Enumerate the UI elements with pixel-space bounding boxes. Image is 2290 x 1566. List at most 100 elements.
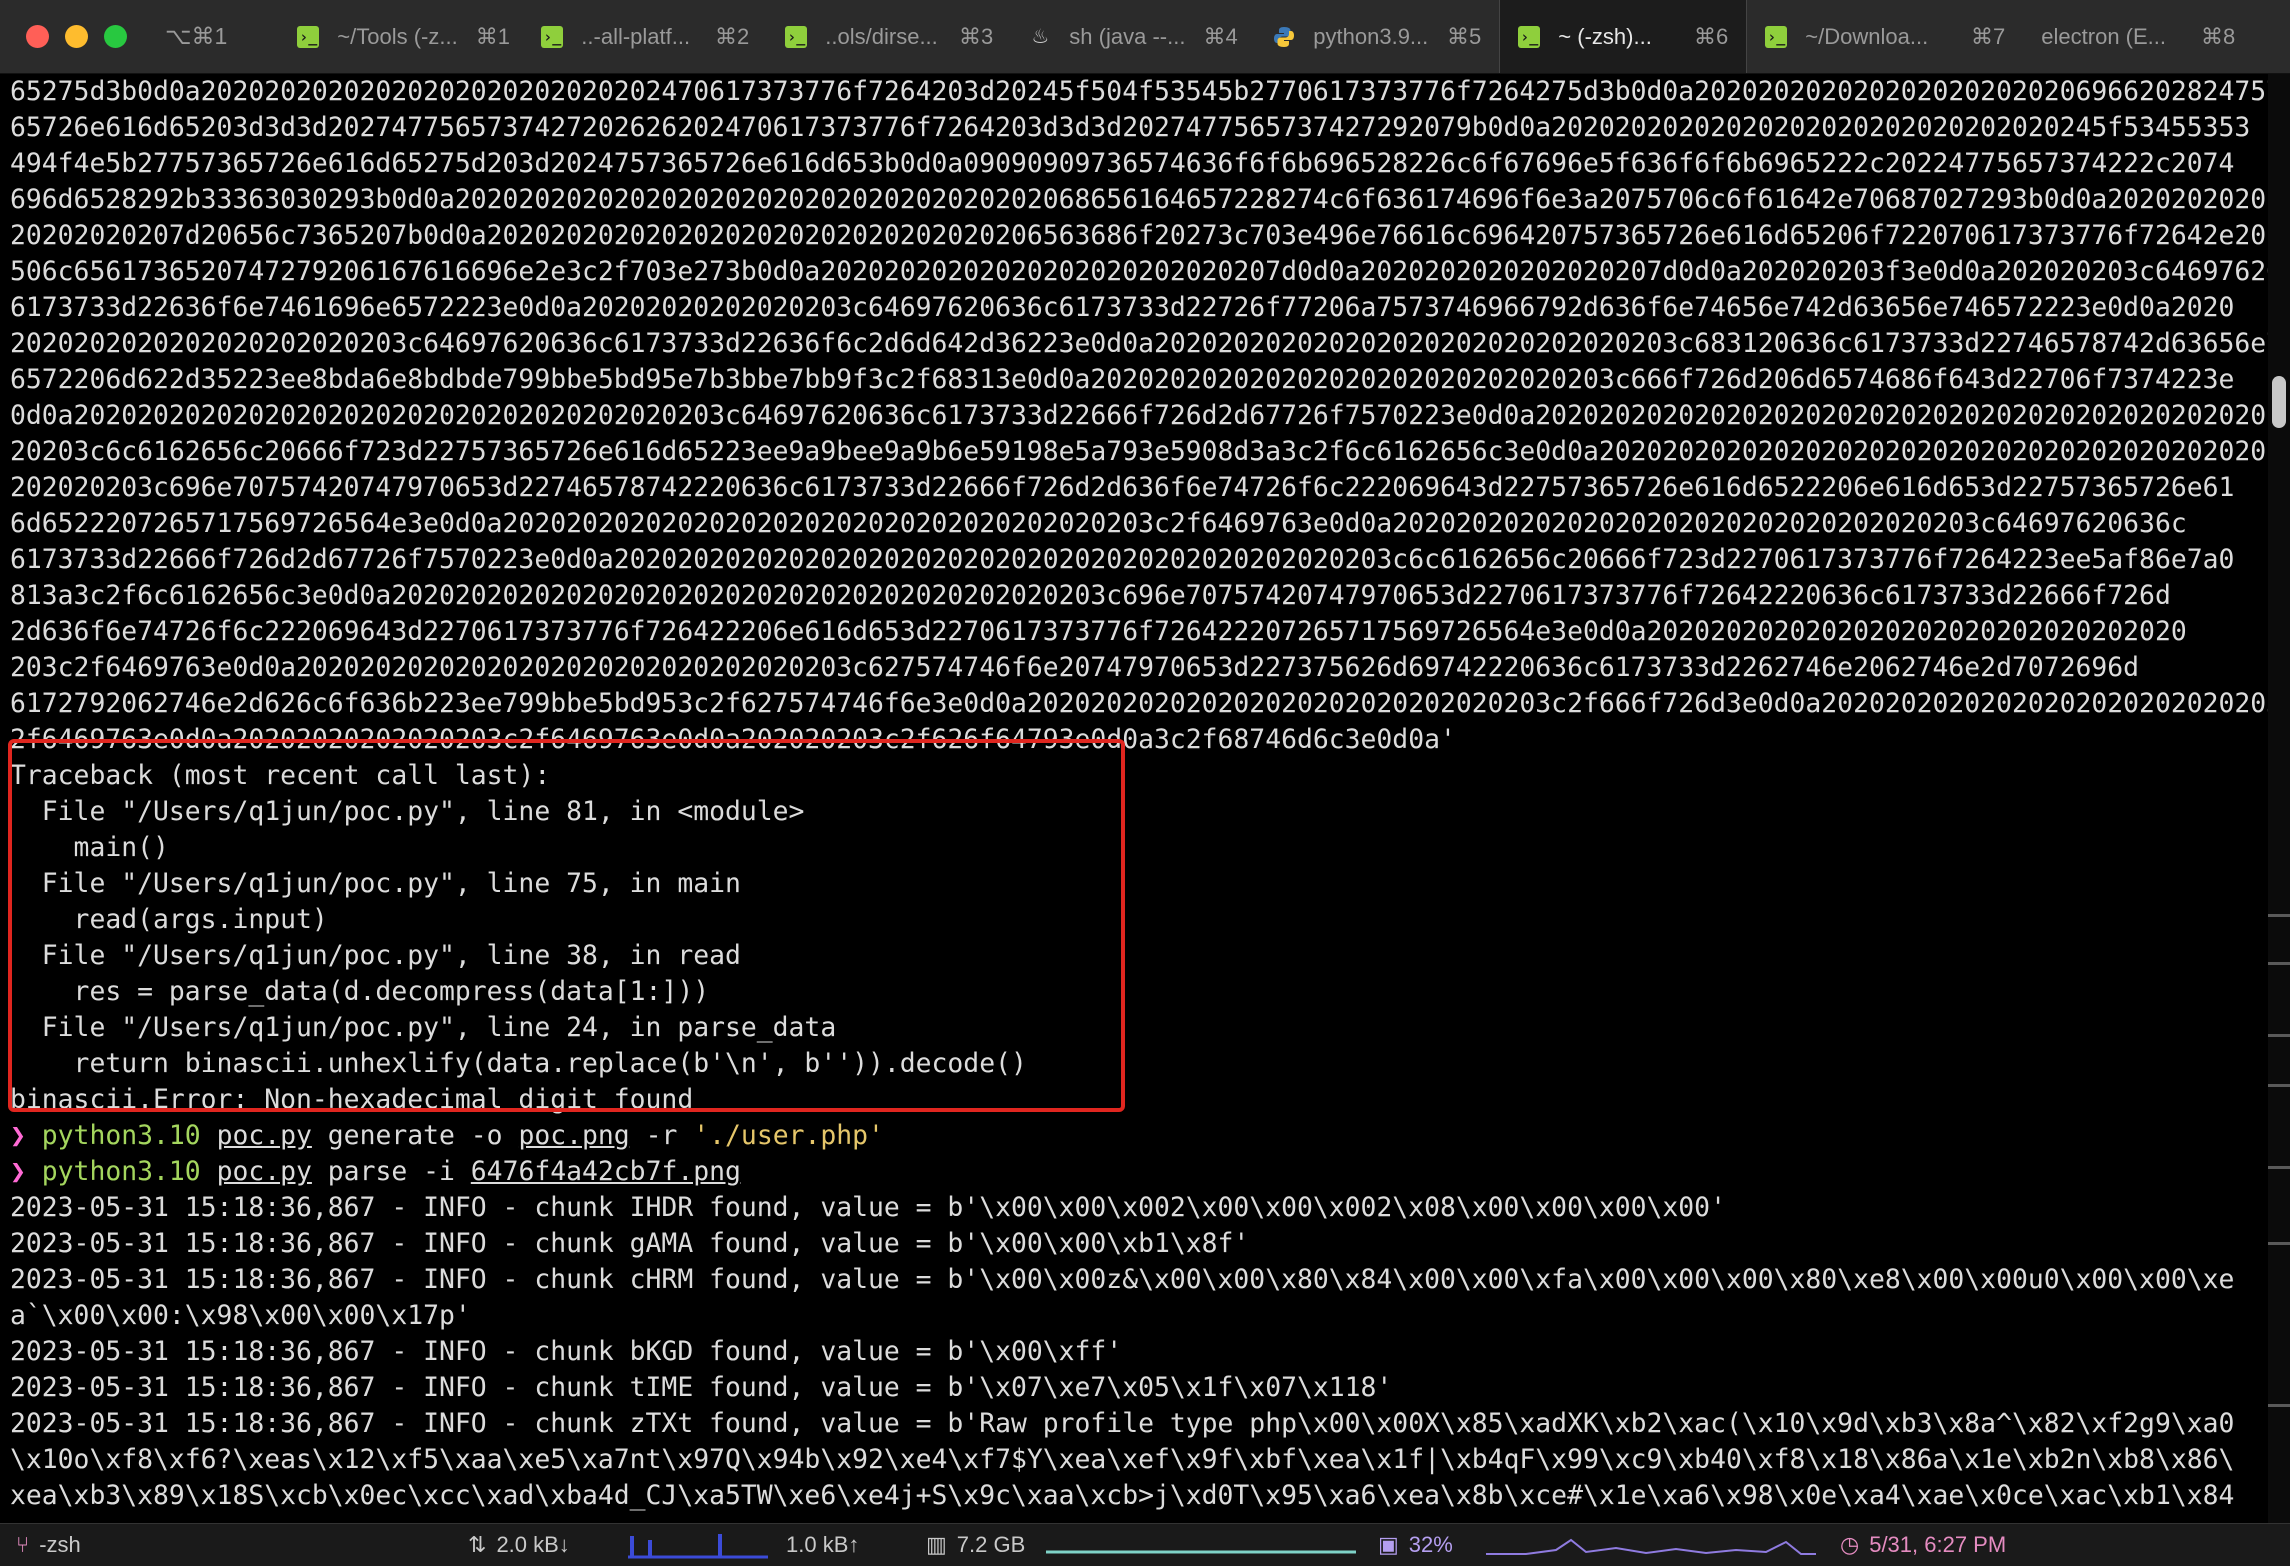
status-network-down: ⇅ 2.0 kB↓ bbox=[468, 1524, 570, 1566]
log-line: 2023-05-31 15:18:36,867 - INFO - chunk z… bbox=[10, 1408, 2235, 1439]
status-shell[interactable]: ⑂ -zsh bbox=[16, 1524, 81, 1566]
tab-shortcut: ⌘2 bbox=[715, 23, 750, 49]
hex-line: 494f4e5b27757365726e616d65275d203d202475… bbox=[10, 148, 2235, 179]
hex-line: 6173733d22636f6e7461696e6572223e0d0a2020… bbox=[10, 292, 2235, 323]
command-option: -r bbox=[645, 1120, 678, 1151]
hex-line: 65726e616d65203d3d3d20274775657374272026… bbox=[10, 112, 2251, 143]
terminal-window: ⌥⌘1 ›_ ~/Tools (-z... ⌘1 ›_ ..-all-platf… bbox=[0, 0, 2290, 1566]
status-cpu: ▣ 32% bbox=[1378, 1524, 1453, 1566]
command-file: poc.png bbox=[518, 1120, 630, 1151]
log-line: 2023-05-31 15:18:36,867 - INFO - chunk g… bbox=[10, 1228, 1250, 1259]
command-program: python3.10 bbox=[41, 1120, 201, 1151]
traceback-line: Traceback (most recent call last): bbox=[10, 760, 551, 791]
hex-line: 2d636f6e74726f6c222069643d2270617373776f… bbox=[10, 616, 2187, 647]
status-clock: ◷ 5/31, 6:27 PM bbox=[1840, 1524, 2006, 1566]
hex-line: 6172792062746e2d626c6f636b223ee799bbe5bd… bbox=[10, 688, 2268, 719]
tab-2[interactable]: ›_ ..-all-platf... ⌘2 bbox=[523, 0, 767, 73]
traceback-line: res = parse_data(d.decompress(data[1:])) bbox=[10, 976, 710, 1007]
memory-value: 7.2 GB bbox=[956, 1532, 1026, 1557]
cpu-value: 32% bbox=[1408, 1532, 1453, 1557]
scroll-mark bbox=[2268, 1404, 2290, 1407]
tab-title: electron (E... bbox=[2041, 23, 2167, 49]
tab-title: ~ (-zsh)... bbox=[1558, 23, 1652, 49]
cpu-icon: ▣ bbox=[1378, 1532, 1399, 1557]
traceback-line: File "/Users/q1jun/poc.py", line 75, in … bbox=[10, 868, 741, 899]
hex-line: 2f6469763e0d0a20202020202020203c2f646976… bbox=[10, 724, 1456, 755]
tab-8[interactable]: electron (E... ⌘8 bbox=[2023, 0, 2253, 73]
tab-title: ..ols/dirse... bbox=[825, 23, 938, 49]
traceback-line: read(args.input) bbox=[10, 904, 328, 935]
hex-line: 696d6528292b33363030293b0d0a202020202020… bbox=[10, 184, 2268, 215]
tab-5[interactable]: python3.9... ⌘5 bbox=[1255, 0, 1499, 73]
hex-line: 202020203c696e70757420747970653d22746578… bbox=[10, 472, 2235, 503]
command-script: poc.py bbox=[216, 1120, 312, 1151]
traceback-output: Traceback (most recent call last): File … bbox=[10, 758, 2268, 1118]
minimize-window-button[interactable] bbox=[65, 25, 88, 48]
close-window-button[interactable] bbox=[26, 25, 49, 48]
clock-value: 5/31, 6:27 PM bbox=[1869, 1532, 2007, 1557]
network-up-value: 1.0 kB↑ bbox=[786, 1532, 860, 1557]
command-line: ❯ python3.10 poc.py parse -i 6476f4a42cb… bbox=[10, 1154, 2268, 1190]
hex-line: 20203c6c6162656c20666f723d22757365726e61… bbox=[10, 436, 2267, 467]
hex-output: 65275d3b0d0a2020202020202020202020202020… bbox=[10, 74, 2268, 758]
tab-shortcut: ⌘4 bbox=[1203, 23, 1238, 49]
traceback-line: File "/Users/q1jun/poc.py", line 38, in … bbox=[10, 940, 741, 971]
tab-3[interactable]: ›_ ..ols/dirse... ⌘3 bbox=[767, 0, 1011, 73]
traceback-line: main() bbox=[10, 832, 169, 863]
hex-line: 6572206d622d35223ee8bda6e8bdbde799bbe5bd… bbox=[10, 364, 2235, 395]
terminal-icon: ›_ bbox=[541, 25, 564, 48]
terminal-icon: ›_ bbox=[297, 25, 320, 48]
terminal-icon: ›_ bbox=[1765, 25, 1788, 48]
tab-7[interactable]: ›_ ~/Downloa... ⌘7 bbox=[1747, 0, 2023, 73]
memory-graph bbox=[1046, 1524, 1356, 1566]
command-string: './user.php' bbox=[693, 1120, 884, 1151]
scrollbar-thumb[interactable] bbox=[2272, 376, 2286, 428]
tab-shortcut: ⌘8 bbox=[2201, 23, 2236, 49]
scroll-mark bbox=[2268, 962, 2290, 965]
hex-line: 506c6561736520747279206167616696e2e3c2f7… bbox=[10, 256, 2268, 287]
hex-line: 20202020207d20656c7365207b0d0a2020202020… bbox=[10, 220, 2267, 251]
python-icon bbox=[1273, 26, 1295, 48]
zoom-window-button[interactable] bbox=[104, 25, 127, 48]
tab-1[interactable]: ›_ ~/Tools (-z... ⌘1 bbox=[279, 0, 523, 73]
traceback-line: return binascii.unhexlify(data.replace(b… bbox=[10, 1048, 1027, 1079]
command-script: poc.py bbox=[216, 1156, 312, 1187]
network-graph bbox=[628, 1524, 768, 1566]
tab-bar: ⌥⌘1 ›_ ~/Tools (-z... ⌘1 ›_ ..-all-platf… bbox=[0, 0, 2290, 74]
hex-line: 2020202020202020202020203c64697620636c61… bbox=[10, 328, 2268, 359]
log-line: 2023-05-31 15:18:36,867 - INFO - chunk t… bbox=[10, 1372, 1393, 1403]
tab-4[interactable]: ♨ sh (java --... ⌘4 bbox=[1011, 0, 1255, 73]
tab-shortcut: ⌘1 bbox=[475, 23, 510, 49]
hex-line: 203c2f6469763e0d0a2020202020202020202020… bbox=[10, 652, 2140, 683]
terminal-output[interactable]: 65275d3b0d0a2020202020202020202020202020… bbox=[0, 74, 2268, 1524]
status-bar: ⑂ -zsh ⇅ 2.0 kB↓ 1.0 kB↑ ▥ 7.2 GB ▣ 32% bbox=[0, 1523, 2290, 1566]
branch-icon: ⑂ bbox=[16, 1532, 30, 1557]
shell-name: -zsh bbox=[39, 1532, 81, 1557]
traceback-line: binascii.Error: Non-hexadecimal digit fo… bbox=[10, 1084, 694, 1115]
tab-title: ~/Downloa... bbox=[1805, 23, 1929, 49]
scroll-mark bbox=[2268, 914, 2290, 917]
terminal-icon: ›_ bbox=[785, 25, 808, 48]
hex-line: 813a3c2f6c6162656c3e0d0a2020202020202020… bbox=[10, 580, 2171, 611]
tab-title: python3.9... bbox=[1313, 23, 1429, 49]
log-line: 2023-05-31 15:18:36,867 - INFO - chunk b… bbox=[10, 1336, 1123, 1367]
cpu-graph bbox=[1486, 1524, 1816, 1566]
command-args: generate -o bbox=[327, 1120, 503, 1151]
status-memory: ▥ 7.2 GB bbox=[926, 1524, 1025, 1566]
tab-shortcut: ⌘6 bbox=[1694, 23, 1729, 49]
tab-shortcut: ⌘7 bbox=[1971, 23, 2006, 49]
terminal-icon: ›_ bbox=[1518, 25, 1541, 48]
java-icon: ♨ bbox=[1031, 26, 1050, 48]
log-output: 2023-05-31 15:18:36,867 - INFO - chunk I… bbox=[10, 1190, 2268, 1514]
tab-title: ~/Tools (-z... bbox=[337, 23, 458, 49]
tab-6-active[interactable]: ›_ ~ (-zsh)... ⌘6 bbox=[1499, 0, 1748, 73]
tab-title: ..-all-platf... bbox=[581, 23, 691, 49]
tab-shortcut: ⌘3 bbox=[959, 23, 994, 49]
hex-line: 0d0a202020202020202020202020202020202020… bbox=[10, 400, 2268, 431]
log-line: xea\xb3\x89\x18S\xcb\x0ec\xcc\xad\xba4d_… bbox=[10, 1480, 2235, 1511]
command-line: ❯ python3.10 poc.py generate -o poc.png … bbox=[10, 1118, 2268, 1154]
scrollbar-track[interactable] bbox=[2268, 74, 2290, 1524]
window-controls bbox=[26, 25, 127, 48]
command-file: 6476f4a42cb7f.png bbox=[470, 1156, 741, 1187]
scroll-mark bbox=[2268, 1084, 2290, 1087]
